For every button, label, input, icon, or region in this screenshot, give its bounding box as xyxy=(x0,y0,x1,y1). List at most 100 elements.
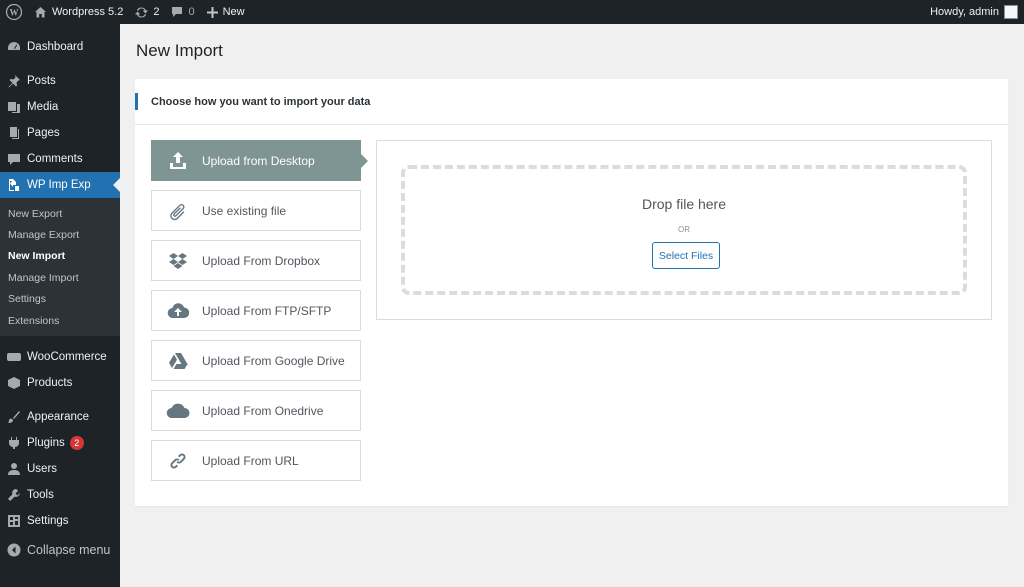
menu-comments[interactable]: Comments xyxy=(0,146,120,172)
option-existing-file[interactable]: Use existing file xyxy=(151,190,361,231)
menu-media[interactable]: Media xyxy=(0,94,120,120)
menu-label: WP Imp Exp xyxy=(27,179,91,191)
box-icon xyxy=(7,376,21,390)
settings-icon xyxy=(7,514,21,528)
comments-count: 0 xyxy=(188,6,195,18)
page-title: New Import xyxy=(136,41,223,60)
menu-woocommerce[interactable]: WooCommerce xyxy=(0,344,120,370)
menu-label: Appearance xyxy=(27,411,90,424)
submenu-settings[interactable]: Settings xyxy=(0,289,120,310)
dropzone-or: OR xyxy=(678,225,690,234)
option-label: Use existing file xyxy=(202,203,287,218)
admin-bar: W Wordpress 5.2 2 0 New Howdy, admin xyxy=(0,0,1024,24)
comment-icon xyxy=(7,152,21,166)
woo-icon xyxy=(7,350,21,364)
submenu-extensions[interactable]: Extensions xyxy=(0,310,120,331)
menu-label: Collapse menu xyxy=(27,543,111,558)
greeting: Howdy, admin xyxy=(930,6,999,18)
wordpress-logo-icon[interactable]: W xyxy=(0,0,28,24)
refresh-icon xyxy=(135,6,149,18)
menu-appearance[interactable]: Appearance xyxy=(0,404,120,430)
import-options-list: Upload from Desktop Use existing file Up… xyxy=(151,140,368,490)
menu-products[interactable]: Products xyxy=(0,370,120,396)
header-accent-bar xyxy=(135,93,138,110)
menu-label: Plugins xyxy=(27,437,65,450)
site-name: Wordpress 5.2 xyxy=(52,6,124,18)
google-drive-icon xyxy=(166,349,190,373)
menu-label: Users xyxy=(27,463,58,476)
menu-label: Comments xyxy=(27,153,83,165)
menu-label: Pages xyxy=(27,127,60,139)
dropzone-title: Drop file here xyxy=(641,196,727,212)
account-menu[interactable]: Howdy, admin xyxy=(930,5,1024,19)
submenu-manage-import[interactable]: Manage Import xyxy=(0,267,120,288)
home-icon xyxy=(35,6,46,17)
submenu-manage-export[interactable]: Manage Export xyxy=(0,224,120,245)
menu-label: Dashboard xyxy=(27,41,84,53)
upload-panel: Drop file here OR Select Files xyxy=(376,140,992,320)
svg-text:W: W xyxy=(10,8,19,18)
cloud-icon xyxy=(166,399,190,423)
menu-tools[interactable]: Tools xyxy=(0,482,120,508)
menu-label: Products xyxy=(27,377,73,390)
option-label: Upload From FTP/SFTP xyxy=(202,303,332,318)
submenu-new-export[interactable]: New Export xyxy=(0,203,120,224)
option-label: Upload From Google Drive xyxy=(202,353,345,368)
pages-icon xyxy=(7,126,21,140)
section-title: Choose how you want to import your data xyxy=(151,95,371,108)
plug-icon xyxy=(7,436,21,450)
menu-dashboard[interactable]: Dashboard xyxy=(0,34,120,60)
menu-posts[interactable]: Posts xyxy=(0,68,120,94)
dropbox-icon xyxy=(166,249,190,273)
file-dropzone[interactable]: Drop file here OR Select Files xyxy=(401,165,967,295)
upload-icon xyxy=(166,149,190,173)
updates-count: 2 xyxy=(153,6,160,18)
card-header: Choose how you want to import your data xyxy=(135,79,1008,125)
menu-users[interactable]: Users xyxy=(0,456,120,482)
comments-link[interactable]: 0 xyxy=(165,0,200,24)
option-label: Upload From Onedrive xyxy=(202,403,324,418)
menu-pages[interactable]: Pages xyxy=(0,120,120,146)
collapse-icon xyxy=(7,543,21,557)
admin-sidebar: Dashboard Posts Media Pages Comments WP … xyxy=(0,24,120,587)
dashboard-icon xyxy=(7,40,21,54)
menu-plugins[interactable]: Plugins 2 xyxy=(0,430,120,456)
menu-label: WooCommerce xyxy=(27,351,107,364)
wrench-icon xyxy=(7,488,21,502)
option-label: Upload from Desktop xyxy=(202,153,315,168)
new-label: New xyxy=(222,6,245,18)
option-upload-desktop[interactable]: Upload from Desktop xyxy=(151,140,368,181)
paperclip-icon xyxy=(166,199,190,223)
menu-label: Posts xyxy=(27,75,56,87)
import-export-icon xyxy=(7,178,21,192)
menu-label: Settings xyxy=(27,515,69,528)
import-card: Choose how you want to import your data … xyxy=(135,79,1008,506)
menu-settings[interactable]: Settings xyxy=(0,508,120,534)
site-name-link[interactable]: Wordpress 5.2 xyxy=(28,0,129,24)
pin-icon xyxy=(7,74,21,88)
select-files-button[interactable]: Select Files xyxy=(652,242,720,269)
plus-icon xyxy=(206,6,218,18)
comment-icon xyxy=(172,7,183,17)
cloud-upload-icon xyxy=(166,299,190,323)
option-dropbox[interactable]: Upload From Dropbox xyxy=(151,240,361,281)
option-google-drive[interactable]: Upload From Google Drive xyxy=(151,340,361,381)
menu-label: Tools xyxy=(27,489,54,502)
option-url[interactable]: Upload From URL xyxy=(151,440,361,481)
brush-icon xyxy=(7,410,21,424)
menu-label: Media xyxy=(27,101,59,113)
menu-wp-imp-exp[interactable]: WP Imp Exp xyxy=(0,172,120,198)
link-icon xyxy=(166,449,190,473)
updates-link[interactable]: 2 xyxy=(129,0,165,24)
new-content-link[interactable]: New xyxy=(201,0,251,24)
submenu-new-import[interactable]: New Import xyxy=(0,246,120,267)
media-icon xyxy=(7,100,21,114)
option-ftp-sftp[interactable]: Upload From FTP/SFTP xyxy=(151,290,361,331)
option-label: Upload From URL xyxy=(202,453,299,468)
option-onedrive[interactable]: Upload From Onedrive xyxy=(151,390,361,431)
user-icon xyxy=(7,462,21,476)
submenu-wp-imp-exp: New Export Manage Export New Import Mana… xyxy=(0,198,120,337)
avatar xyxy=(1004,5,1018,19)
option-label: Upload From Dropbox xyxy=(202,253,321,268)
menu-collapse[interactable]: Collapse menu xyxy=(0,537,120,563)
